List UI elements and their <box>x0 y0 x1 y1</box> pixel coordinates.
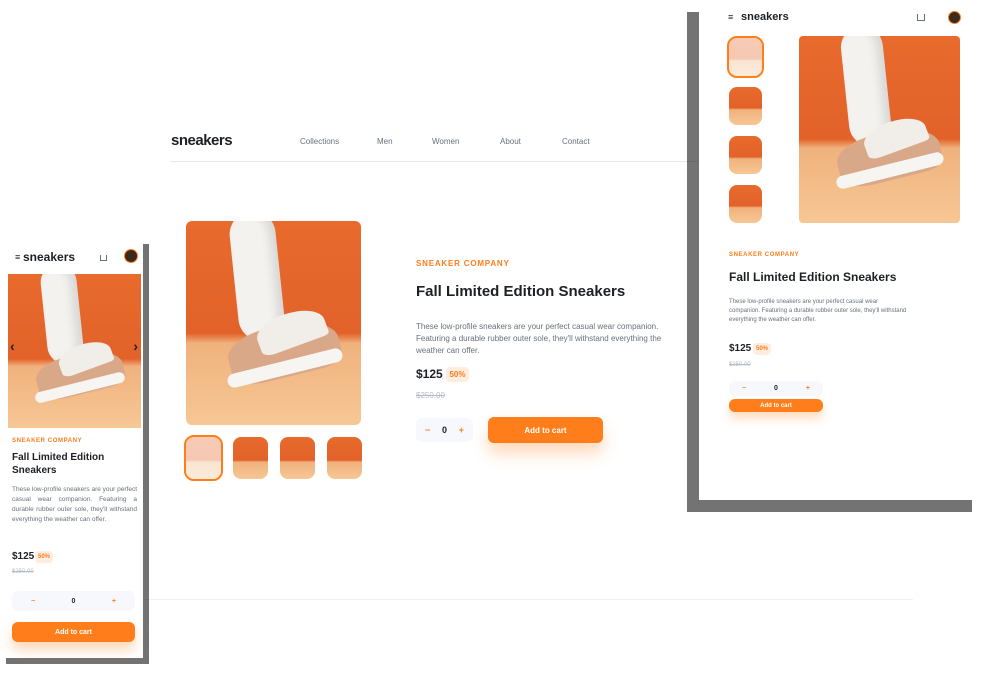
mobile-price: $125 <box>12 551 35 562</box>
mobile-avatar[interactable] <box>124 249 138 263</box>
next-image-button[interactable]: › <box>133 338 138 354</box>
mobile-increment-button[interactable]: + <box>112 598 116 605</box>
price: $125 <box>416 367 443 381</box>
tablet-increment-button[interactable]: + <box>806 385 810 392</box>
quantity-stepper: − 0 + <box>416 418 473 442</box>
quantity-value: 0 <box>441 425 447 435</box>
increment-button[interactable]: + <box>459 425 464 435</box>
tablet-description: These low-profile sneakers are your perf… <box>729 299 907 323</box>
mobile-discount-badge: 50% <box>35 551 53 563</box>
brand-logo-tablet[interactable]: sneakers <box>741 11 789 23</box>
mobile-cart-icon[interactable] <box>100 255 107 261</box>
cart-icon[interactable] <box>917 14 925 21</box>
footer-divider <box>143 599 913 600</box>
tablet-page: ≡ sneakers SNEAKER COMPANY Fall Limited … <box>699 0 984 500</box>
mobile-company-label: SNEAKER COMPANY <box>12 438 83 444</box>
thumbnail-3[interactable] <box>280 437 315 479</box>
tablet-discount-badge: 50% <box>753 343 771 355</box>
mobile-page: ≡ sneakers ‹ › SNEAKER COMPANY Fall Limi… <box>0 238 143 658</box>
mobile-description: These low-profile sneakers are your perf… <box>12 486 138 523</box>
tablet-thumbnail-2[interactable] <box>729 87 762 125</box>
brand-logo[interactable]: sneakers <box>171 132 233 149</box>
mobile-menu-icon[interactable]: ≡ <box>15 252 20 262</box>
mobile-decrement-button[interactable]: − <box>31 598 35 605</box>
mobile-product-title: Fall Limited Edition Sneakers <box>12 452 105 476</box>
nav-men[interactable]: Men <box>377 137 393 146</box>
thumbnail-4[interactable] <box>327 437 362 479</box>
discount-badge: 50% <box>446 367 469 382</box>
tablet-main-image[interactable] <box>799 36 960 223</box>
tablet-add-to-cart-button[interactable]: Add to cart <box>729 399 823 412</box>
main-product-image[interactable] <box>186 221 361 425</box>
product-title: Fall Limited Edition Sneakers <box>416 283 626 300</box>
header-divider <box>171 161 711 162</box>
thumbnail-1[interactable] <box>184 435 223 481</box>
avatar[interactable] <box>948 11 961 24</box>
tablet-thumbnail-1[interactable] <box>727 36 764 78</box>
tablet-company-label: SNEAKER COMPANY <box>729 252 800 258</box>
product-description: These low-profile sneakers are your perf… <box>416 322 662 355</box>
mobile-old-price: $250.00 <box>12 569 34 575</box>
tablet-decrement-button[interactable]: − <box>742 385 746 392</box>
company-label: SNEAKER COMPANY <box>416 259 510 268</box>
tablet-quantity-value: 0 <box>774 385 778 392</box>
nav-contact[interactable]: Contact <box>562 137 590 146</box>
nav-women[interactable]: Women <box>432 137 459 146</box>
mobile-main-image[interactable]: ‹ › <box>8 274 141 428</box>
mobile-quantity-stepper: − 0 + <box>12 591 135 611</box>
add-to-cart-button[interactable]: Add to cart <box>488 417 603 443</box>
tablet-thumbnail-4[interactable] <box>729 185 762 223</box>
nav-collections[interactable]: Collections <box>300 137 339 146</box>
previous-image-button[interactable]: ‹ <box>10 338 15 354</box>
mobile-add-to-cart-button[interactable]: Add to cart <box>12 622 135 642</box>
tablet-quantity-stepper: − 0 + <box>729 381 823 396</box>
thumbnail-2[interactable] <box>233 437 268 479</box>
tablet-old-price: $250.00 <box>729 362 751 368</box>
menu-icon[interactable]: ≡ <box>728 12 733 22</box>
old-price: $250.00 <box>416 391 445 400</box>
decrement-button[interactable]: − <box>425 425 430 435</box>
mobile-quantity-value: 0 <box>71 597 76 605</box>
brand-logo-mobile[interactable]: sneakers <box>23 250 75 264</box>
tablet-price: $125 <box>729 343 752 354</box>
nav-about[interactable]: About <box>500 137 521 146</box>
tablet-product-title: Fall Limited Edition Sneakers <box>729 270 897 284</box>
tablet-thumbnail-3[interactable] <box>729 136 762 174</box>
